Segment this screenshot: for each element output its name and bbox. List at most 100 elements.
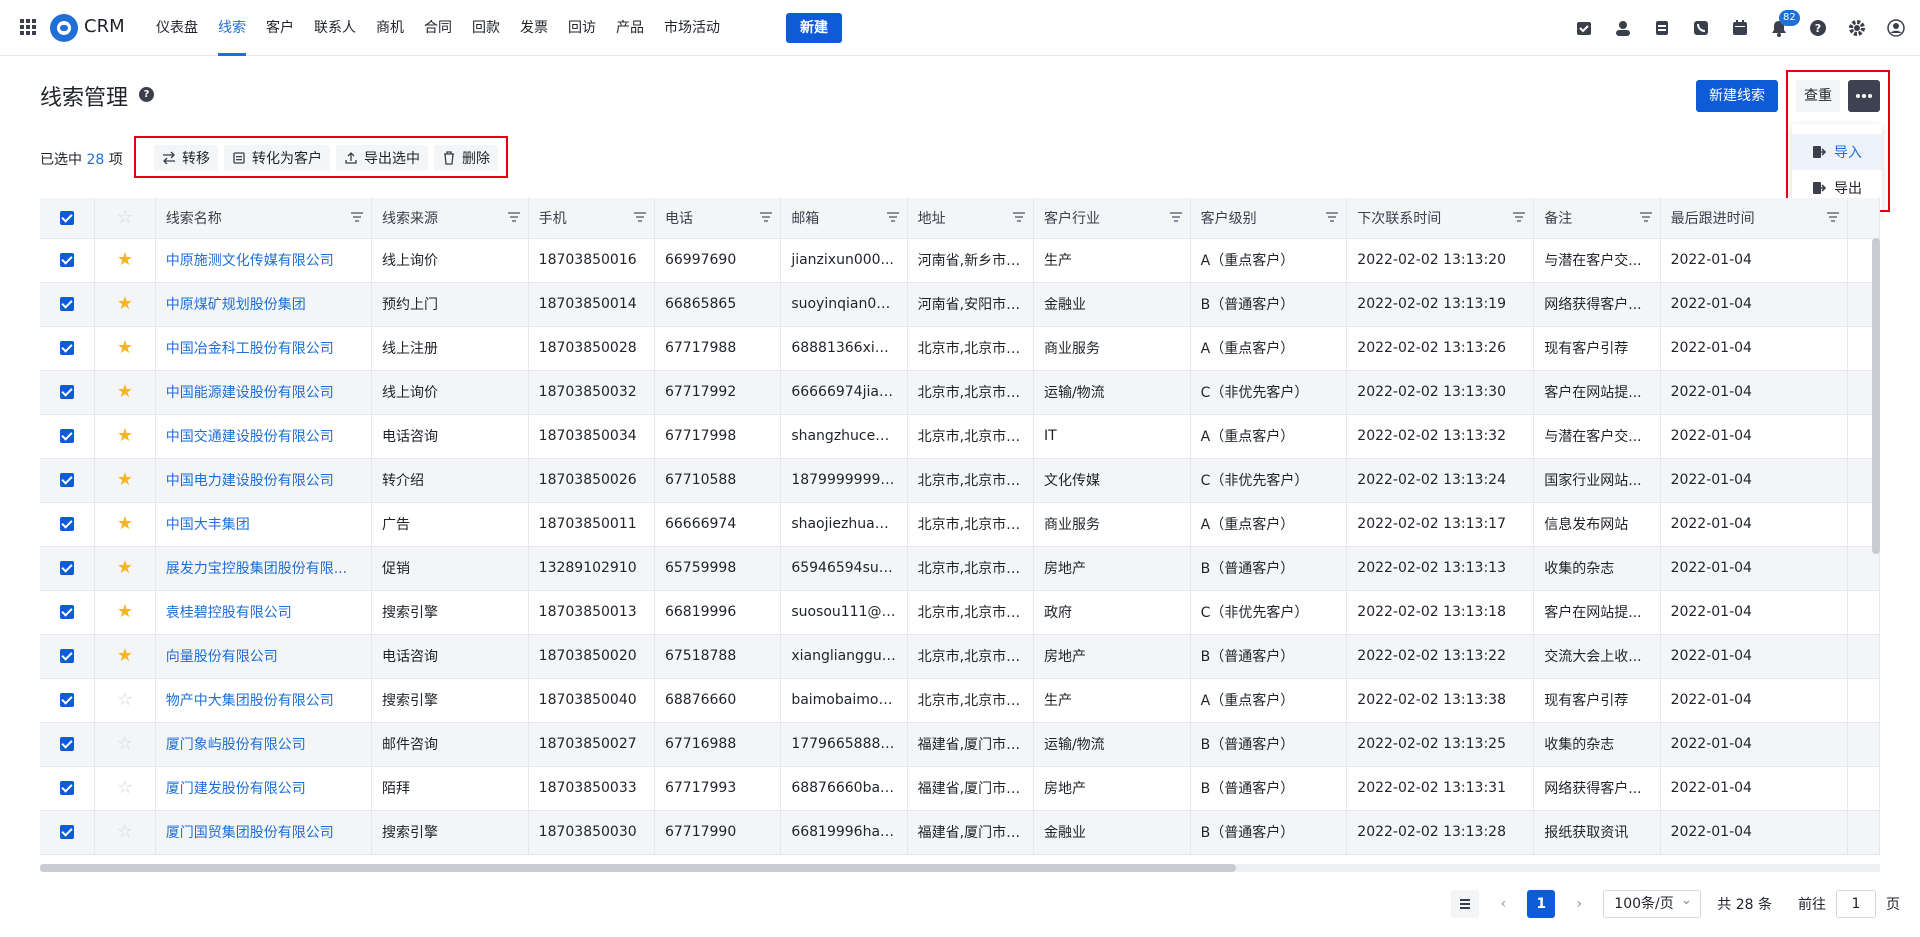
star-icon[interactable]: ★ [94, 634, 156, 679]
goto-page-input[interactable]: 1 [1836, 890, 1876, 918]
nav-item[interactable]: 仪表盘 [146, 0, 208, 56]
cell-name[interactable]: 厦门建发股份有限公司 [155, 766, 373, 811]
cell-name[interactable]: 中国电力建设股份有限公司 [155, 458, 373, 503]
filter-icon[interactable] [886, 211, 899, 223]
star-icon[interactable]: ☆ [94, 678, 156, 723]
row-checkbox[interactable] [40, 238, 96, 283]
row-checkbox[interactable] [40, 502, 96, 547]
next-page-icon[interactable]: › [1565, 890, 1593, 918]
filter-icon[interactable] [633, 211, 646, 223]
help-question-icon[interactable]: ? [139, 87, 154, 102]
nav-item[interactable]: 回访 [558, 0, 606, 56]
nav-item[interactable]: 客户 [256, 0, 304, 56]
cell-name[interactable]: 中原煤矿规划股份集团 [155, 282, 373, 327]
nav-item[interactable]: 合同 [414, 0, 462, 56]
column-header[interactable]: 手机 [528, 198, 655, 239]
column-settings-icon[interactable] [1451, 890, 1480, 918]
star-icon[interactable]: ☆ [94, 722, 156, 767]
row-checkbox[interactable] [40, 590, 96, 635]
global-new-button[interactable]: 新建 [786, 13, 842, 43]
nav-item[interactable]: 回款 [462, 0, 510, 56]
vertical-scrollbar[interactable] [1872, 238, 1880, 554]
nav-item[interactable]: 联系人 [304, 0, 366, 56]
task-icon[interactable] [1570, 14, 1598, 42]
filter-icon[interactable] [507, 211, 520, 223]
filter-icon[interactable] [1326, 211, 1339, 223]
table-row[interactable]: ★ 袁桂碧控股有限公司 搜索引擎 18703850013 66819996 suosou1… [40, 590, 1880, 635]
table-row[interactable]: ★ 中国电力建设股份有限公司 转介绍 18703850026 67710588 18799… [40, 458, 1880, 503]
table-row[interactable]: ★ 中国大丰集团 广告 18703850011 66666974 shaojiezhuan… [40, 502, 1880, 547]
cell-name[interactable]: 中国冶金科工股份有限公司 [155, 326, 373, 371]
column-header[interactable]: 电话 [654, 198, 782, 239]
filter-icon[interactable] [1826, 211, 1839, 223]
cell-name[interactable]: 中国大丰集团 [155, 502, 373, 547]
star-icon[interactable]: ★ [94, 502, 156, 547]
row-checkbox[interactable] [40, 722, 96, 767]
nav-item[interactable]: 产品 [606, 0, 654, 56]
column-header[interactable]: 客户行业 [1033, 198, 1191, 239]
row-checkbox[interactable] [40, 282, 96, 327]
prev-page-icon[interactable]: ‹ [1489, 890, 1517, 918]
nav-item[interactable]: 发票 [510, 0, 558, 56]
table-row[interactable]: ☆ 厦门建发股份有限公司 陌拜 18703850033 67717993 68876660… [40, 766, 1880, 811]
column-header[interactable]: 客户级别 [1190, 198, 1348, 239]
star-icon[interactable]: ★ [94, 458, 156, 503]
settings-gear-icon[interactable] [1843, 14, 1871, 42]
cell-name[interactable]: 展发力宝控股集团股份有限... [155, 546, 373, 591]
page-size-select[interactable]: 100条/页 [1603, 887, 1702, 918]
star-icon[interactable]: ★ [94, 238, 156, 283]
apps-grid-icon[interactable] [20, 19, 36, 35]
calendar-icon[interactable] [1726, 14, 1754, 42]
cell-name[interactable]: 厦门象屿股份有限公司 [155, 722, 373, 767]
cell-name[interactable]: 厦门国贸集团股份有限公司 [155, 810, 373, 855]
filter-icon[interactable] [351, 211, 363, 223]
help-icon[interactable]: ? [1804, 14, 1832, 42]
horizontal-scrollbar[interactable] [40, 864, 1236, 872]
table-row[interactable]: ★ 向量股份有限公司 电话咨询 18703850020 67518788 xianglia… [40, 634, 1880, 679]
column-header[interactable]: 线索来源 [371, 198, 529, 239]
star-icon[interactable]: ★ [94, 546, 156, 591]
table-row[interactable]: ☆ 厦门国贸集团股份有限公司 搜索引擎 18703850030 67717990 6681… [40, 810, 1880, 855]
filter-icon[interactable] [1012, 211, 1025, 223]
row-checkbox[interactable] [40, 370, 96, 415]
select-all-checkbox[interactable] [40, 198, 96, 239]
row-checkbox[interactable] [40, 458, 96, 503]
row-checkbox[interactable] [40, 414, 96, 459]
column-header[interactable]: 地址 [907, 198, 1034, 239]
filter-icon[interactable] [1639, 211, 1652, 223]
column-header[interactable]: 最后跟进时间 [1660, 198, 1848, 239]
star-icon[interactable]: ★ [94, 370, 156, 415]
cell-name[interactable]: 向量股份有限公司 [155, 634, 373, 679]
table-row[interactable]: ★ 中国能源建设股份有限公司 线上询价 18703850032 67717992 6666… [40, 370, 1880, 415]
row-checkbox[interactable] [40, 326, 96, 371]
row-checkbox[interactable] [40, 634, 96, 679]
row-checkbox[interactable] [40, 546, 96, 591]
star-icon[interactable]: ★ [94, 326, 156, 371]
table-row[interactable]: ★ 中国冶金科工股份有限公司 线上注册 18703850028 67717988 6888… [40, 326, 1880, 371]
table-row[interactable]: ☆ 厦门象屿股份有限公司 邮件咨询 18703850027 67716988 177966… [40, 722, 1880, 767]
nav-item[interactable]: 商机 [366, 0, 414, 56]
phone-icon[interactable] [1687, 14, 1715, 42]
nav-item[interactable]: 线索 [208, 0, 256, 56]
column-header[interactable]: 线索名称 [155, 198, 373, 239]
cell-name[interactable]: 袁桂碧控股有限公司 [155, 590, 373, 635]
table-row[interactable]: ☆ 物产中大集团股份有限公司 搜索引擎 18703850040 68876660 baim… [40, 678, 1880, 723]
document-icon[interactable] [1648, 14, 1676, 42]
cell-name[interactable]: 中国交通建设股份有限公司 [155, 414, 373, 459]
cell-name[interactable]: 中国能源建设股份有限公司 [155, 370, 373, 415]
nav-item[interactable]: 市场活动 [654, 0, 730, 56]
column-header[interactable]: 备注 [1533, 198, 1661, 239]
contact-icon[interactable] [1609, 14, 1637, 42]
table-row[interactable]: ★ 中原施测文化传媒有限公司 线上询价 18703850016 66997690 jian… [40, 238, 1880, 283]
new-lead-button[interactable]: 新建线索 [1696, 80, 1778, 112]
row-checkbox[interactable] [40, 810, 96, 855]
user-avatar-icon[interactable] [1882, 14, 1910, 42]
current-page[interactable]: 1 [1527, 890, 1556, 918]
star-icon[interactable]: ★ [94, 282, 156, 327]
star-icon[interactable]: ★ [94, 590, 156, 635]
notification-bell-icon[interactable]: 82 [1765, 10, 1800, 42]
filter-icon[interactable] [1169, 211, 1182, 223]
filter-icon[interactable] [760, 211, 773, 223]
table-row[interactable]: ★ 展发力宝控股集团股份有限... 促销 13289102910 65759998 659… [40, 546, 1880, 591]
row-checkbox[interactable] [40, 766, 96, 811]
